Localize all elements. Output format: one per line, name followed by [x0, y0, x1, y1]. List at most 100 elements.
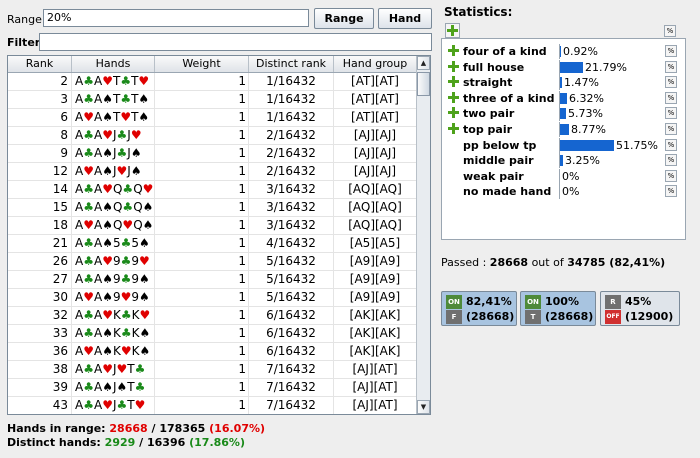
table-row[interactable]: 38 A♣A♥J♥T♣ 1 7/16432 [AJ][AT] [8, 361, 417, 379]
table-row[interactable]: 26 A♣A♥9♣9♥ 1 5/16432 [A9][A9] [8, 253, 417, 271]
expand-all-button[interactable] [445, 23, 460, 38]
statistics-row-percent-toggle[interactable]: % [665, 185, 677, 198]
card-rank: A [75, 326, 84, 340]
hand-cell: A♣A♠J♣J♠ [72, 145, 155, 162]
suit-icon: ♣ [116, 398, 128, 412]
header-hands[interactable]: Hands [72, 56, 155, 72]
suit-icon: ♥ [138, 74, 150, 88]
statistics-row-percent-toggle[interactable]: % [665, 91, 677, 104]
range-button[interactable]: Range [314, 8, 374, 29]
card-rank: A [75, 146, 84, 160]
statistics-row-percent-toggle[interactable]: % [665, 76, 677, 89]
statistics-row-percent-toggle[interactable]: % [665, 60, 677, 73]
statistics-bar-area: 0% [559, 168, 659, 184]
table-row[interactable]: 18 A♥A♠Q♥Q♠ 1 3/16432 [AQ][AQ] [8, 217, 417, 235]
statistics-row-percent-toggle[interactable]: % [665, 138, 677, 151]
hand-group-cell: [A5][A5] [334, 235, 417, 252]
statistics-row-percent-toggle[interactable]: % [665, 123, 677, 135]
card-rank: A [75, 254, 84, 268]
filter-box-turn[interactable]: ON T 100% (28668) [520, 291, 596, 326]
card-rank: A [75, 164, 84, 178]
table-row[interactable]: 27 A♣A♠9♣9♠ 1 5/16432 [A9][A9] [8, 271, 417, 289]
scroll-up-arrow[interactable]: ▲ [417, 56, 430, 70]
hand-group-cell: [AJ][AT] [334, 397, 417, 414]
filter-box-river[interactable]: R OFF 45% (12900) [600, 291, 680, 326]
suit-icon: ♥ [139, 308, 151, 322]
card-rank: A [75, 182, 84, 196]
suit-icon: ♠ [139, 236, 150, 250]
plus-icon[interactable] [448, 107, 459, 119]
table-row[interactable]: 36 A♥A♠K♥K♠ 1 6/16432 [AK][AK] [8, 343, 417, 361]
plus-icon[interactable] [448, 76, 459, 88]
hand-button[interactable]: Hand [378, 8, 432, 29]
distinct-rank-cell: 7/16432 [249, 361, 334, 378]
suit-icon: ♥ [83, 290, 94, 304]
statistics-row-percent-toggle[interactable]: % [665, 45, 677, 57]
statistics-title: Statistics: [444, 5, 513, 19]
suit-icon: ♠ [130, 146, 142, 160]
plus-icon[interactable] [448, 60, 459, 72]
statistics-bar-area: 1.47% [559, 75, 659, 91]
table-row[interactable]: 30 A♥A♠9♥9♠ 1 5/16432 [A9][A9] [8, 289, 417, 307]
card-rank: A [93, 236, 103, 250]
table-row[interactable]: 32 A♣A♥K♣K♥ 1 6/16432 [AK][AK] [8, 307, 417, 325]
suit-icon: ♥ [102, 182, 113, 196]
suit-icon: ♠ [116, 380, 128, 394]
suit-icon: ♣ [83, 74, 94, 88]
card-rank: A [93, 362, 103, 376]
rank-cell: 2 [8, 73, 72, 90]
statistics-percent-toggle[interactable]: % [664, 25, 676, 37]
table-row[interactable]: 15 A♣A♠Q♣Q♠ 1 3/16432 [AQ][AQ] [8, 199, 417, 217]
table-scrollbar[interactable]: ▲ ▼ [416, 56, 430, 414]
card-rank: A [75, 128, 84, 142]
table-row[interactable]: 8 A♣A♥J♣J♥ 1 2/16432 [AJ][AJ] [8, 127, 417, 145]
suit-icon: ♥ [83, 110, 94, 124]
table-row[interactable]: 14 A♣A♥Q♣Q♥ 1 3/16432 [AQ][AQ] [8, 181, 417, 199]
table-row[interactable]: 21 A♣A♠5♣5♠ 1 4/16432 [A5][A5] [8, 235, 417, 253]
table-row[interactable]: 33 A♣A♠K♣K♠ 1 6/16432 [AK][AK] [8, 325, 417, 343]
plus-icon[interactable] [448, 91, 459, 103]
statistics-row-percent-toggle[interactable]: % [665, 154, 677, 167]
plus-icon[interactable] [448, 45, 459, 56]
distinct-hands-count: 2929 [104, 436, 136, 449]
distinct-rank-cell: 5/16432 [249, 253, 334, 270]
suit-icon: ♥ [102, 128, 113, 142]
header-distinct-rank[interactable]: Distinct rank [249, 56, 334, 72]
distinct-rank-cell: 2/16432 [249, 127, 334, 144]
table-row[interactable]: 9 A♣A♠J♣J♠ 1 2/16432 [AJ][AJ] [8, 145, 417, 163]
table-row[interactable]: 12 A♥A♠J♥J♠ 1 2/16432 [AJ][AJ] [8, 163, 417, 181]
suit-icon: ♥ [116, 164, 128, 178]
plus-icon[interactable] [448, 123, 459, 134]
rank-cell: 9 [8, 145, 72, 162]
range-input[interactable]: 20% [43, 9, 309, 27]
filter-river-count: (12900) [625, 310, 674, 323]
statistics-value: 51.75% [616, 138, 658, 152]
table-row[interactable]: 43 A♣A♥J♣T♥ 1 7/16432 [AJ][AT] [8, 397, 417, 414]
table-row[interactable]: 2 A♣A♥T♣T♥ 1 1/16432 [AT][AT] [8, 73, 417, 91]
scroll-down-arrow[interactable]: ▼ [417, 400, 430, 414]
filter-box-flop[interactable]: ON F 82,41% (28668) [441, 291, 517, 326]
hand-group-cell: [AT][AT] [334, 91, 417, 108]
statistics-row-percent-toggle[interactable]: % [665, 107, 677, 120]
table-row[interactable]: 39 A♣A♠J♠T♣ 1 7/16432 [AJ][AT] [8, 379, 417, 397]
header-weight[interactable]: Weight [155, 56, 249, 72]
statistics-bar-area: 0% [559, 184, 659, 200]
suit-icon: ♣ [120, 272, 132, 286]
table-row[interactable]: 6 A♥A♠T♥T♠ 1 1/16432 [AT][AT] [8, 109, 417, 127]
statistics-bar [560, 108, 566, 120]
hand-cell: A♥A♠Q♥Q♠ [72, 217, 155, 234]
statistics-row-percent-toggle[interactable]: % [665, 169, 677, 182]
card-rank: A [93, 308, 103, 322]
scroll-thumb[interactable] [417, 72, 430, 96]
suit-icon: ♠ [102, 236, 113, 250]
weight-cell: 1 [155, 181, 249, 198]
header-hand-group[interactable]: Hand group [334, 56, 417, 72]
suit-icon: ♠ [139, 290, 150, 304]
card-rank: A [75, 290, 84, 304]
filter-input[interactable] [39, 33, 432, 51]
header-rank[interactable]: Rank [8, 56, 72, 72]
hand-cell: A♣A♥J♥T♣ [72, 361, 155, 378]
statistics-category: straight [463, 76, 513, 90]
hand-cell: A♣A♠T♣T♠ [72, 91, 155, 108]
table-row[interactable]: 3 A♣A♠T♣T♠ 1 1/16432 [AT][AT] [8, 91, 417, 109]
